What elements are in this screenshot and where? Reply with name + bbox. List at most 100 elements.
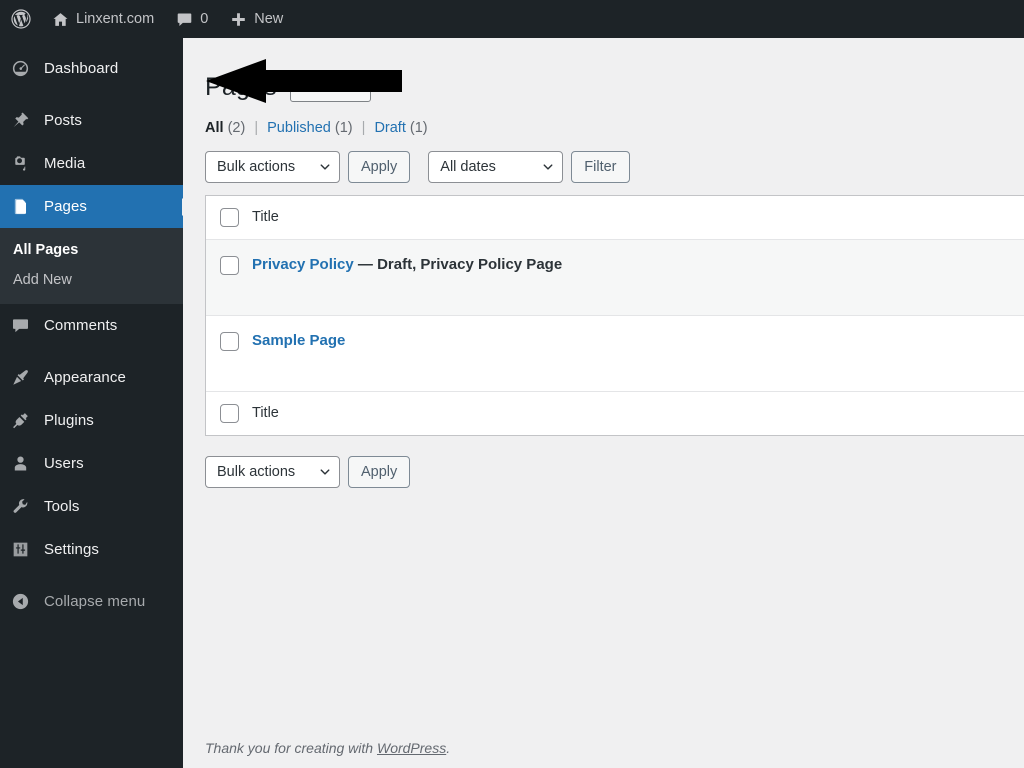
- filter-published-count: (1): [334, 119, 353, 136]
- apply-button-bottom[interactable]: Apply: [348, 455, 411, 488]
- wordpress-link[interactable]: WordPress: [377, 740, 446, 756]
- page-title: Pages: [205, 73, 277, 101]
- adminbar-site-name[interactable]: Linxent.com: [41, 0, 165, 38]
- sidebar-item-all-pages[interactable]: All Pages: [0, 235, 183, 265]
- filter-draft-count: (1): [409, 119, 428, 136]
- page-header: Pages Add New: [183, 38, 1024, 104]
- add-new-page-button[interactable]: Add New: [289, 72, 371, 103]
- sidebar-submenu-pages: All Pages Add New: [0, 228, 183, 304]
- plug-icon: [11, 411, 38, 431]
- sidebar-item-dashboard[interactable]: Dashboard: [0, 47, 183, 90]
- apply-button-top[interactable]: Apply: [348, 150, 411, 183]
- current-menu-pointer-icon: [182, 197, 191, 216]
- select-all-checkbox-bottom[interactable]: [219, 403, 239, 423]
- sidebar-item-label: Posts: [44, 112, 83, 129]
- tablenav-bottom: Bulk actions Apply: [183, 436, 1024, 488]
- footer-text-after: .: [446, 740, 451, 756]
- table-header-row: Title: [206, 195, 1024, 240]
- adminbar-comments[interactable]: 0: [165, 0, 219, 38]
- pages-list-table: Title Privacy Policy — Draft, Privacy Po…: [205, 194, 1024, 436]
- filter-published-label[interactable]: Published: [267, 120, 331, 136]
- date-filter-select[interactable]: All dates: [428, 150, 564, 183]
- wrench-icon: [11, 497, 38, 517]
- bulk-actions-select-bottom[interactable]: Bulk actions: [205, 455, 340, 488]
- table-footer-row: Title: [206, 391, 1024, 436]
- sidebar-item-settings[interactable]: Settings: [0, 528, 183, 571]
- adminbar-comment-count: 0: [200, 11, 209, 27]
- row-select-cell: [206, 255, 252, 275]
- paintbrush-icon: [11, 368, 38, 388]
- filter-all-label[interactable]: All: [205, 120, 224, 136]
- sidebar-item-label: Comments: [44, 317, 118, 334]
- sidebar-item-plugins[interactable]: Plugins: [0, 399, 183, 442]
- sidebar-collapse-label: Collapse menu: [44, 593, 146, 610]
- wordpress-admin-screen: Linxent.com 0 New Dashboard Posts Media …: [0, 0, 1024, 768]
- bulk-actions-value: Bulk actions: [217, 463, 296, 480]
- sidebar-item-label: Dashboard: [44, 60, 119, 77]
- adminbar-new-label: New: [254, 11, 284, 27]
- sidebar-item-label: Appearance: [44, 369, 126, 386]
- column-header-title[interactable]: Title: [252, 209, 279, 225]
- filter-button[interactable]: Filter: [571, 150, 630, 183]
- sidebar-item-posts[interactable]: Posts: [0, 99, 183, 142]
- filter-divider: |: [254, 119, 259, 136]
- page-title-link[interactable]: Privacy Policy: [252, 256, 354, 273]
- sidebar-item-tools[interactable]: Tools: [0, 485, 183, 528]
- chevron-down-icon: [320, 468, 330, 475]
- admin-sidebar-menu: Dashboard Posts Media Pages All Pages Ad…: [0, 38, 191, 768]
- footer-text-before: Thank you for creating with: [205, 740, 377, 756]
- home-icon: [52, 11, 69, 28]
- adminbar-wordpress-logo[interactable]: [0, 0, 41, 38]
- admin-bar: Linxent.com 0 New: [0, 0, 1024, 38]
- dashboard-gauge-icon: [11, 59, 38, 79]
- adminbar-site-label: Linxent.com: [76, 11, 155, 27]
- comment-bubble-icon: [11, 316, 38, 336]
- wordpress-logo-icon: [10, 8, 32, 30]
- table-row: Privacy Policy — Draft, Privacy Policy P…: [206, 239, 1024, 316]
- filter-all-count: (2): [227, 119, 246, 136]
- sidebar-item-appearance[interactable]: Appearance: [0, 356, 183, 399]
- adminbar-new-content[interactable]: New: [219, 0, 294, 38]
- admin-footer: Thank you for creating with WordPress.: [205, 740, 450, 756]
- row-checkbox[interactable]: [219, 331, 239, 351]
- sidebar-item-label: Tools: [44, 498, 80, 515]
- sidebar-item-label: Settings: [44, 541, 99, 558]
- sidebar-item-add-new-page[interactable]: Add New: [0, 265, 183, 295]
- sidebar-item-comments[interactable]: Comments: [0, 304, 183, 347]
- tablenav-top: Bulk actions Apply All dates Filter: [183, 136, 1024, 183]
- chevron-down-icon: [320, 163, 330, 170]
- pushpin-icon: [11, 111, 38, 131]
- user-icon: [11, 454, 38, 474]
- bulk-actions-select-top[interactable]: Bulk actions: [205, 150, 340, 183]
- select-all-checkbox-top[interactable]: [219, 207, 239, 227]
- pages-icon: [11, 197, 38, 217]
- sidebar-item-pages[interactable]: Pages: [0, 185, 191, 228]
- main-content: Pages Add New All (2) | Published (1) | …: [183, 38, 1024, 768]
- chevron-down-icon: [543, 163, 553, 170]
- sidebar-item-media[interactable]: Media: [0, 142, 183, 185]
- sidebar-collapse-menu[interactable]: Collapse menu: [0, 580, 183, 623]
- sidebar-item-label: Pages: [44, 198, 88, 215]
- date-filter-value: All dates: [440, 158, 496, 175]
- row-select-cell: [206, 331, 252, 351]
- select-all-cell: [206, 207, 252, 227]
- sidebar-item-label: Plugins: [44, 412, 94, 429]
- row-checkbox[interactable]: [219, 255, 239, 275]
- sidebar-item-label: Media: [44, 155, 86, 172]
- select-all-cell: [206, 403, 252, 423]
- sidebar-item-users[interactable]: Users: [0, 442, 183, 485]
- comment-bubble-icon: [176, 11, 193, 28]
- column-footer-title[interactable]: Title: [252, 405, 279, 421]
- page-post-state: — Draft, Privacy Policy Page: [353, 255, 563, 273]
- page-title-link[interactable]: Sample Page: [252, 332, 345, 349]
- media-camera-icon: [11, 154, 38, 174]
- row-title-cell: Sample Page: [252, 332, 345, 350]
- table-row: Sample Page: [206, 315, 1024, 392]
- row-title-cell: Privacy Policy — Draft, Privacy Policy P…: [252, 256, 562, 274]
- filter-divider: |: [361, 119, 366, 136]
- status-filter-links: All (2) | Published (1) | Draft (1): [183, 104, 1024, 136]
- plus-icon: [230, 11, 247, 28]
- filter-draft-label[interactable]: Draft: [374, 120, 405, 136]
- sliders-icon: [11, 540, 38, 560]
- sidebar-item-label: Users: [44, 455, 84, 472]
